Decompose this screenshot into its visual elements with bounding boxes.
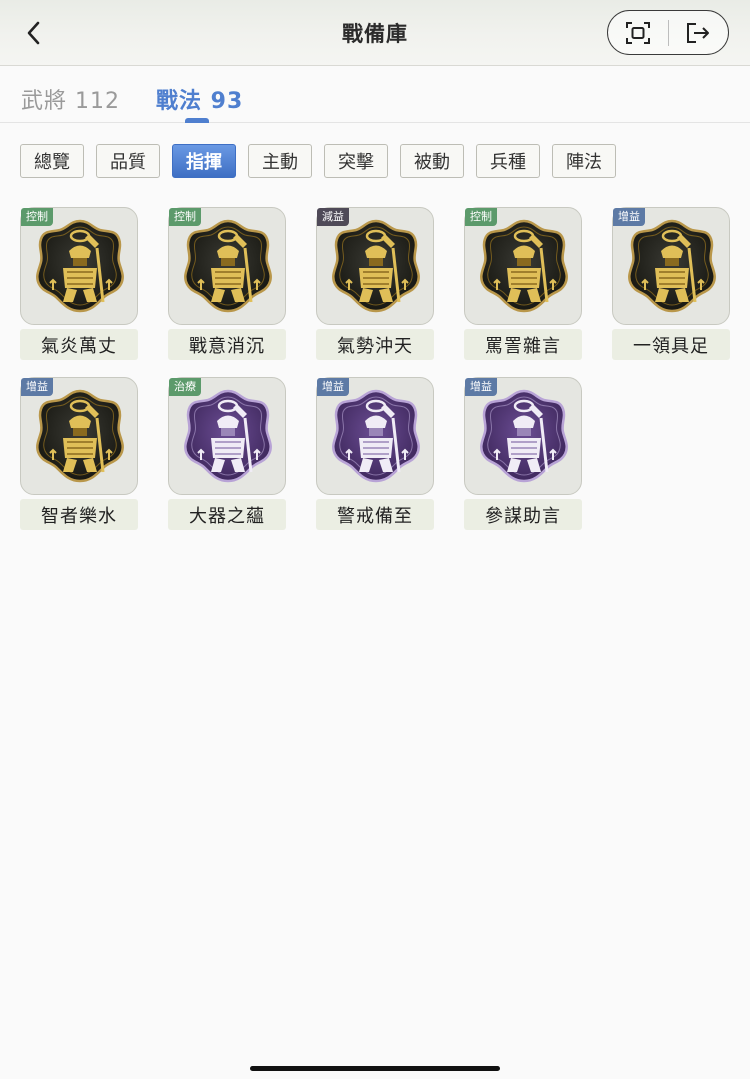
skill-tag-badge: 增益	[465, 378, 497, 396]
skill-card[interactable]: 增益 智者樂水	[20, 377, 138, 531]
filter-formation[interactable]: 陣法	[552, 144, 616, 178]
skill-card[interactable]: 增益 參謀助言	[464, 377, 582, 531]
skill-tag-badge: 增益	[21, 378, 53, 396]
skill-tag-badge: 減益	[317, 208, 349, 226]
tactic-medal-icon	[36, 389, 124, 483]
screenshot-frame-icon	[625, 21, 650, 44]
exit-button[interactable]	[668, 11, 728, 54]
screenshot-button[interactable]	[608, 11, 668, 54]
skill-card[interactable]: 控制 罵詈雜言	[464, 207, 582, 361]
skill-name: 參謀助言	[464, 499, 582, 530]
skill-card[interactable]: 治療 大器之蘊	[168, 377, 286, 531]
tab-generals[interactable]: 武將 112	[21, 83, 120, 115]
skill-name: 氣勢沖天	[316, 329, 434, 360]
tactic-medal-icon	[628, 219, 716, 313]
skill-name: 一領具足	[612, 329, 730, 360]
skill-tag-badge: 增益	[317, 378, 349, 396]
top-bar: 戰備庫	[0, 0, 750, 66]
skill-card[interactable]: 減益 氣勢沖天	[316, 207, 434, 361]
main-tabs: 武將 112 戰法 93	[0, 66, 750, 123]
tactic-medal-icon	[184, 389, 272, 483]
tab-tactics[interactable]: 戰法 93	[156, 83, 243, 115]
skill-name: 智者樂水	[20, 499, 138, 530]
skill-icon-tile[interactable]: 治療	[168, 377, 286, 495]
skill-tag-badge: 控制	[169, 208, 201, 226]
skill-icon-tile[interactable]: 控制	[20, 207, 138, 325]
filter-assault[interactable]: 突擊	[324, 144, 388, 178]
skill-tag-badge: 控制	[21, 208, 53, 226]
tactic-medal-icon	[36, 219, 124, 313]
skill-icon-tile[interactable]: 控制	[168, 207, 286, 325]
skill-icon-tile[interactable]: 增益	[464, 377, 582, 495]
skill-card[interactable]: 增益 一領具足	[612, 207, 730, 361]
tactic-medal-icon	[184, 219, 272, 313]
tactic-medal-icon	[332, 219, 420, 313]
filter-overview[interactable]: 總覽	[20, 144, 84, 178]
skill-icon-tile[interactable]: 控制	[464, 207, 582, 325]
filter-quality[interactable]: 品質	[96, 144, 160, 178]
skill-icon-tile[interactable]: 增益	[20, 377, 138, 495]
skill-name: 罵詈雜言	[464, 329, 582, 360]
skill-tag-badge: 治療	[169, 378, 201, 396]
skill-name: 大器之蘊	[168, 499, 286, 530]
filter-active[interactable]: 主動	[248, 144, 312, 178]
filter-passive[interactable]: 被動	[400, 144, 464, 178]
skill-card[interactable]: 控制 戰意消沉	[168, 207, 286, 361]
skill-name: 戰意消沉	[168, 329, 286, 360]
filter-command[interactable]: 指揮	[172, 144, 236, 178]
skill-card[interactable]: 控制 氣炎萬丈	[20, 207, 138, 361]
mini-program-capsule	[607, 10, 729, 55]
skill-icon-tile[interactable]: 增益	[316, 377, 434, 495]
skill-tag-badge: 增益	[613, 208, 645, 226]
skill-tag-badge: 控制	[465, 208, 497, 226]
skill-name: 警戒備至	[316, 499, 434, 530]
tactic-medal-icon	[332, 389, 420, 483]
home-indicator	[250, 1066, 500, 1071]
skill-icon-tile[interactable]: 增益	[612, 207, 730, 325]
exit-icon	[687, 22, 710, 43]
tactic-medal-icon	[480, 219, 568, 313]
skill-name: 氣炎萬丈	[20, 329, 138, 360]
filter-troop[interactable]: 兵種	[476, 144, 540, 178]
active-tab-indicator	[185, 118, 209, 123]
skill-icon-tile[interactable]: 減益	[316, 207, 434, 325]
tactic-medal-icon	[480, 389, 568, 483]
skill-card[interactable]: 增益 警戒備至	[316, 377, 434, 531]
